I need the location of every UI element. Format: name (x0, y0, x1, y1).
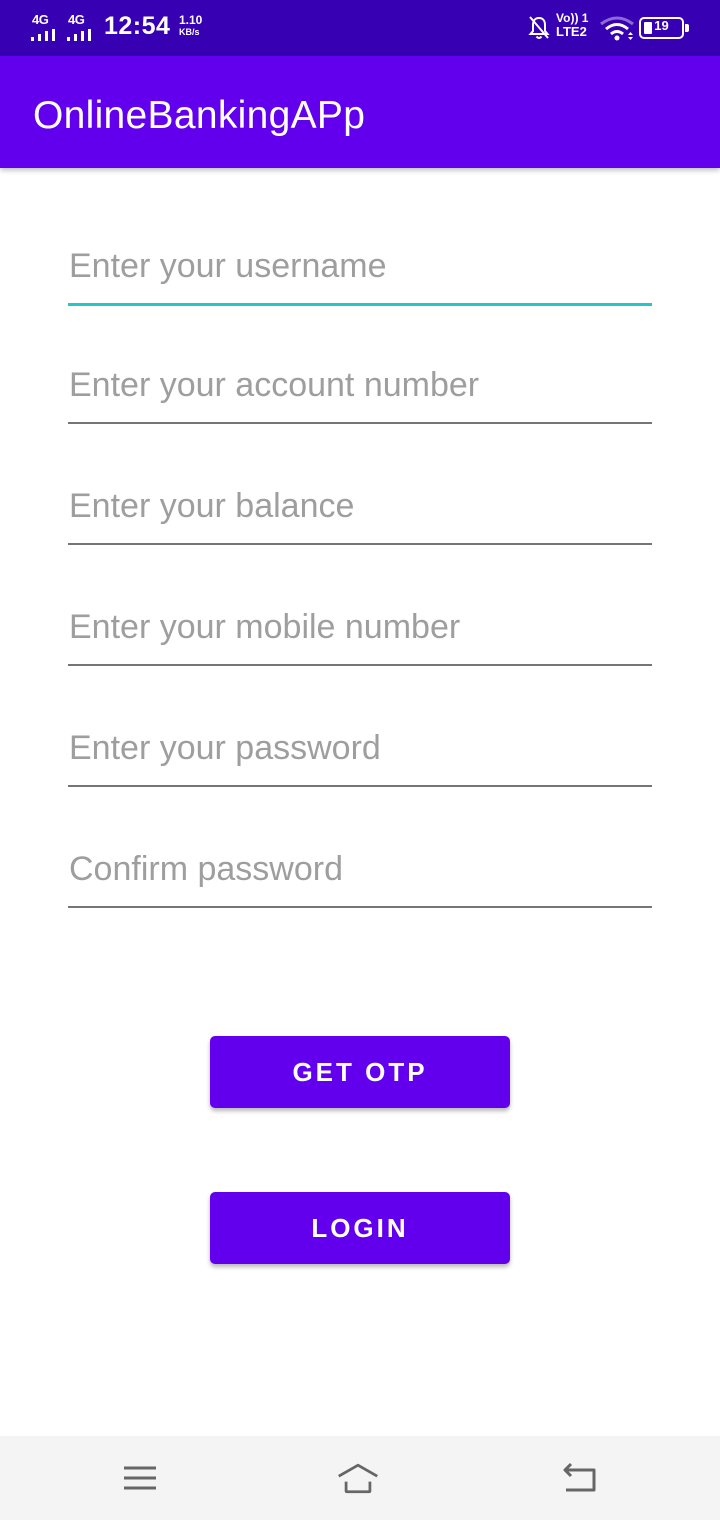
battery-icon: 19 (639, 17, 689, 39)
menu-icon[interactable] (118, 1458, 162, 1498)
network-speed: 1.10 KB/s (179, 14, 213, 38)
get-otp-button[interactable]: GET OTP (210, 1036, 510, 1108)
app-title: OnlineBankingAPp (33, 94, 366, 137)
wifi-icon (600, 16, 634, 41)
sim1-bars-icon (31, 29, 55, 41)
home-icon[interactable] (336, 1458, 380, 1498)
back-icon[interactable] (558, 1458, 602, 1498)
battery-tip (685, 24, 689, 32)
volte-bottom-label: LTE2 (556, 24, 587, 39)
status-bar: 4G 4G 12:54 1.10 KB/s Vo)) 1 LTE2 19 (0, 0, 720, 56)
mobile-number-field[interactable] (68, 600, 652, 666)
sim2-bars-icon (67, 29, 91, 41)
system-navigation-bar (0, 1436, 720, 1520)
balance-field[interactable] (68, 479, 652, 545)
password-field[interactable] (68, 721, 652, 787)
sim2-network-label: 4G (68, 12, 85, 27)
password-field-container (68, 721, 652, 787)
username-field[interactable] (68, 240, 652, 306)
account-number-field[interactable] (68, 358, 652, 424)
notifications-off-icon (528, 16, 550, 39)
username-field-container (68, 240, 652, 306)
sim2-signal-icon: 4G (66, 12, 96, 42)
balance-field-container (68, 479, 652, 545)
sim1-signal-icon: 4G (30, 12, 60, 42)
battery-level: 19 (654, 18, 669, 33)
account-number-field-container (68, 358, 652, 424)
app-bar: OnlineBankingAPp (0, 56, 720, 168)
network-speed-unit: KB/s (179, 27, 200, 37)
sim1-network-label: 4G (32, 12, 49, 27)
network-speed-value: 1.10 (179, 13, 203, 27)
login-button[interactable]: LOGIN (210, 1192, 510, 1264)
volte-indicator: Vo)) 1 LTE2 (556, 12, 594, 39)
confirm-password-field[interactable] (68, 842, 652, 908)
clock: 12:54 (104, 12, 171, 40)
confirm-password-field-container (68, 842, 652, 908)
mobile-number-field-container (68, 600, 652, 666)
